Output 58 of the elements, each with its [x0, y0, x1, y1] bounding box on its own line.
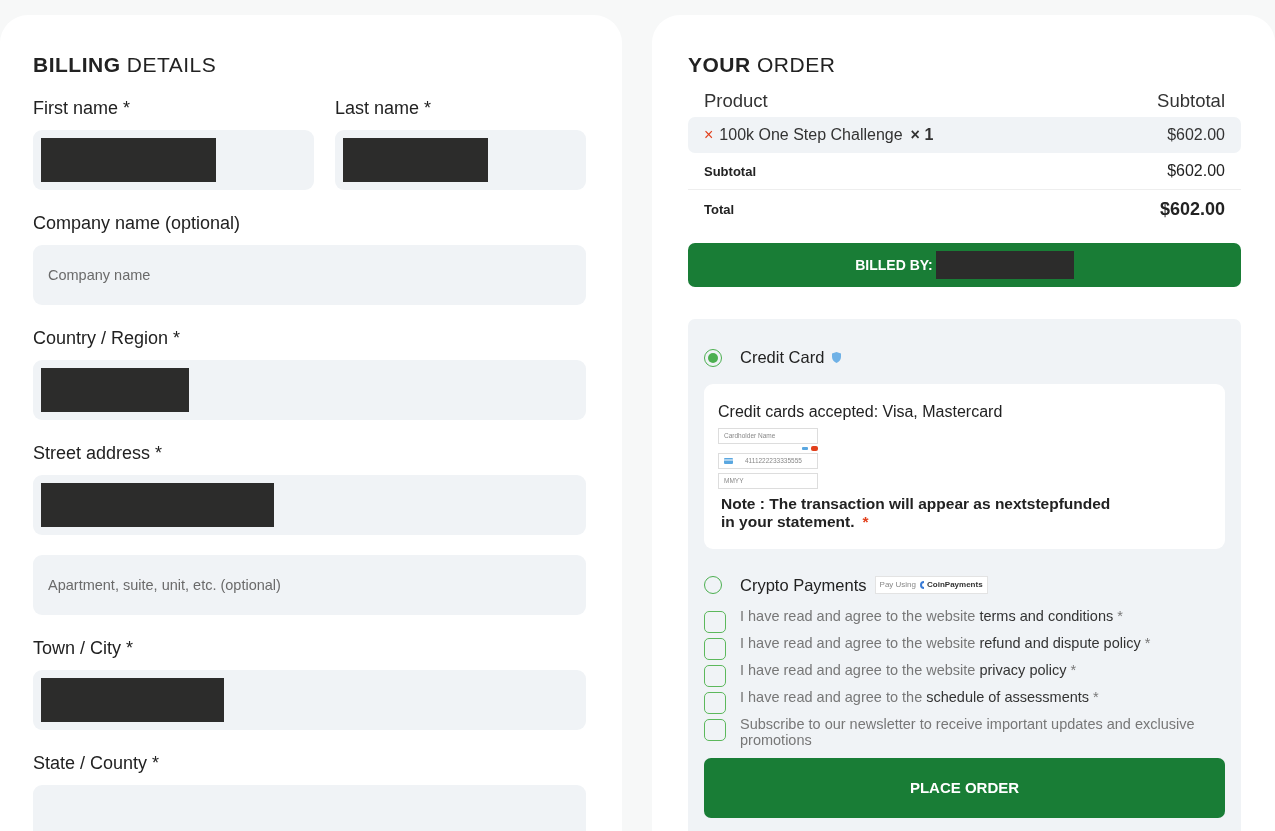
accepted-cards-text: Credit cards accepted: Visa, Mastercard: [718, 402, 1004, 422]
input-field[interactable]: [33, 474, 586, 535]
payment-note-text: in your statement.: [721, 512, 855, 530]
agreement-text: I have read and agree to the website: [740, 608, 976, 625]
input-field[interactable]: [33, 669, 586, 730]
input-field[interactable]: [335, 129, 586, 190]
place-order-button[interactable]: PLACE ORDER: [704, 757, 1225, 818]
item-price: $602.00: [1167, 125, 1225, 146]
checkbox[interactable]: [704, 719, 726, 742]
subtotal-value: $602.00: [1167, 161, 1225, 182]
shield-icon: [832, 352, 842, 364]
column-header: Product: [704, 88, 768, 113]
input-field[interactable]: [33, 129, 314, 190]
credit-card-icon: [724, 458, 733, 464]
payment-method-label: Crypto Payments: [740, 574, 867, 596]
checkbox[interactable]: [704, 638, 726, 661]
section-title: BILLING DETAILS: [33, 52, 218, 78]
required-asterisk: *: [1144, 635, 1151, 652]
payment-note-text: Note : The transaction will appear as nextstepfunded: [721, 495, 1111, 512]
required-asterisk: *: [1117, 608, 1123, 625]
checkbox[interactable]: [704, 692, 726, 715]
total-value: $602.00: [1159, 198, 1225, 222]
input-field[interactable]: Apartment, suite, unit, etc. (optional): [33, 554, 586, 615]
input-field[interactable]: Company name: [33, 244, 586, 305]
coin-logo-icon: [919, 581, 924, 589]
required-asterisk: *: [1093, 689, 1099, 706]
agreement-text: I have read and agree to the website: [740, 662, 976, 679]
field-label: Town / City *: [33, 636, 134, 660]
payment-method-label: Credit Card: [740, 347, 825, 369]
field-label: Last name *: [335, 96, 432, 120]
field-label: State / County *: [33, 751, 160, 775]
product-name: 100k One Step Challenge: [719, 125, 903, 146]
total-label: Total: [704, 201, 735, 219]
agreement-text: I have read and agree to the: [740, 689, 923, 706]
input-field[interactable]: [33, 359, 586, 420]
billed-by-label: BILLED BY:: [855, 255, 933, 275]
field-label: First name *: [33, 96, 131, 120]
section-title: YOUR ORDER: [688, 52, 837, 78]
policy-link[interactable]: schedule of assessments: [926, 689, 1090, 706]
card-brand-icons: [802, 446, 818, 451]
checkbox[interactable]: [704, 665, 726, 688]
agreement-text: Subscribe to our newsletter to receive important updates and exclusive promotions: [740, 716, 1195, 748]
required-asterisk: *: [1070, 662, 1077, 679]
policy-link[interactable]: refund and dispute policy: [979, 635, 1141, 652]
product-quantity: × 1: [910, 125, 934, 146]
checkbox[interactable]: [704, 611, 726, 634]
agreement-text: I have read and agree to the website: [740, 635, 976, 652]
remove-link[interactable]: ×: [704, 123, 714, 148]
policy-link[interactable]: privacy policy: [979, 662, 1067, 679]
badge-brand-text: CoinPayments: [927, 579, 983, 591]
required-asterisk: *: [862, 512, 869, 530]
field-label: Company name (optional): [33, 211, 241, 235]
column-header: Subtotal: [1157, 88, 1225, 113]
policy-link[interactable]: terms and conditions: [979, 608, 1114, 625]
badge-text: Pay Using: [879, 579, 916, 591]
field-label: Street address *: [33, 441, 163, 465]
subtotal-label: Subtotal: [704, 162, 756, 181]
field-label: Country / Region *: [33, 326, 181, 350]
